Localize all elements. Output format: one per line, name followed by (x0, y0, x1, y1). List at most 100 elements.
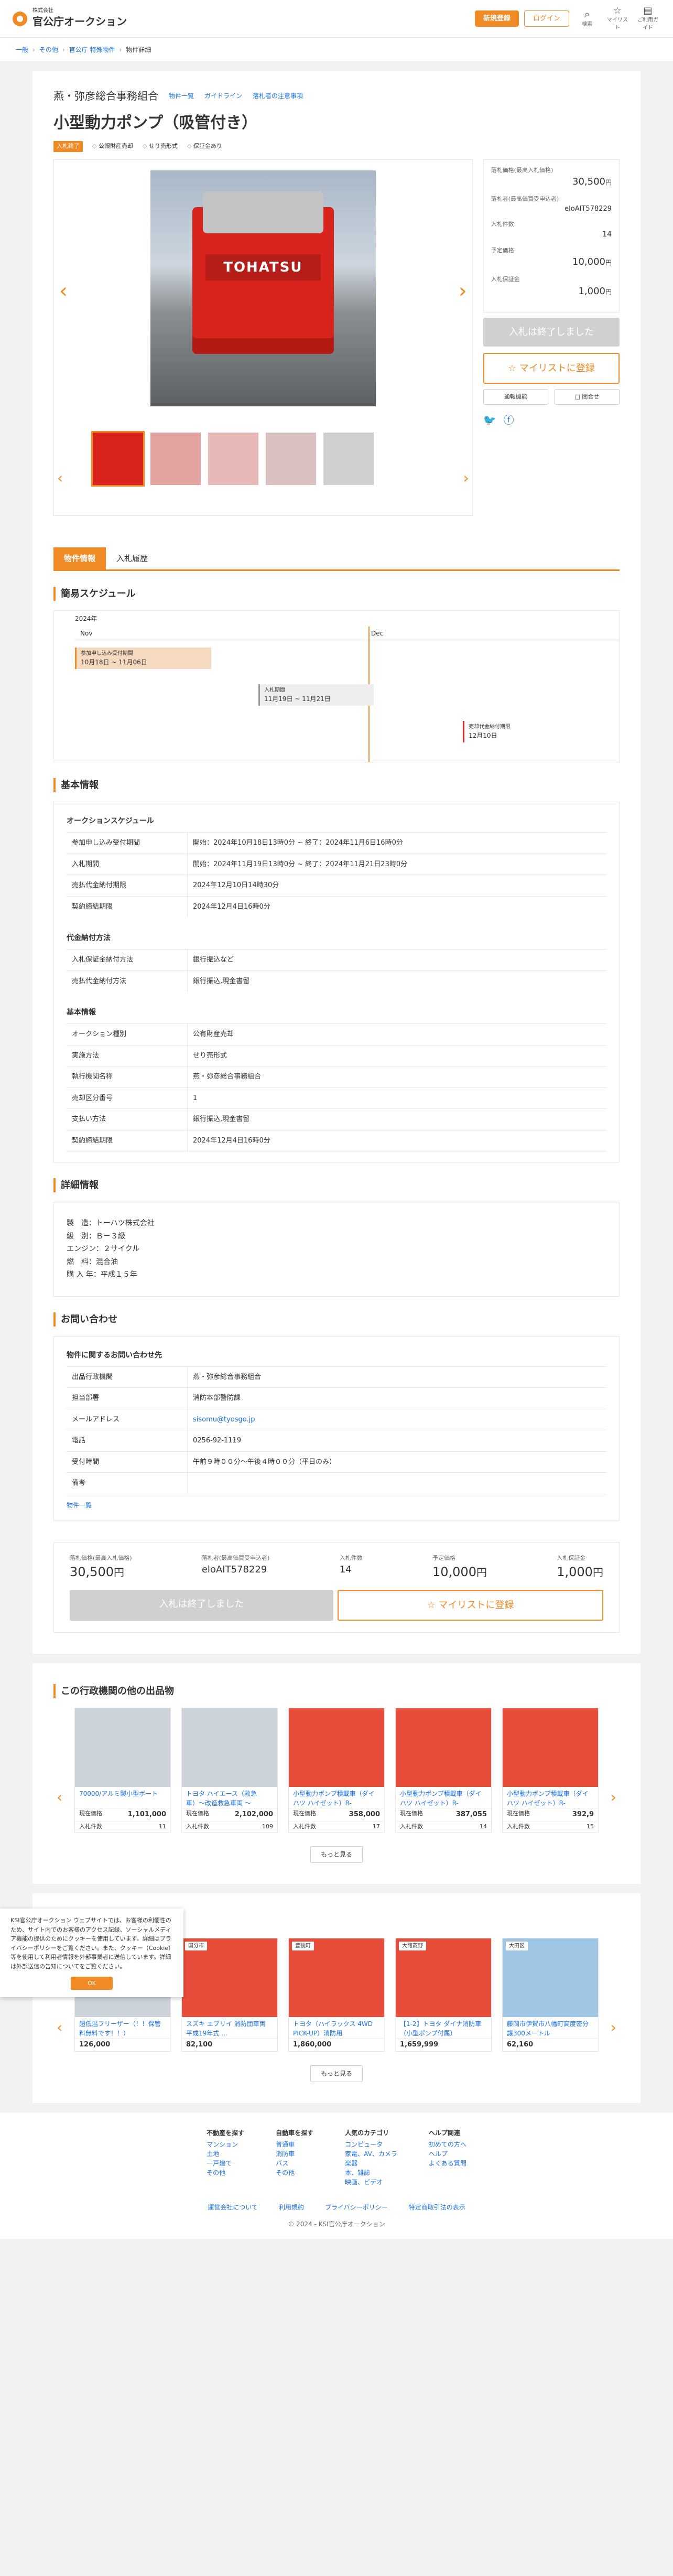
tab-bid-history[interactable]: 入札履歴 (106, 547, 158, 570)
yen-unit: 円 (113, 1566, 124, 1579)
bid-ended-button[interactable]: 入札は終了しました (483, 317, 620, 347)
footer-link[interactable]: 一戸建て (207, 2159, 244, 2168)
footer-link[interactable]: よくある質問 (429, 2159, 466, 2168)
card-price: 62,160 (507, 2041, 534, 2049)
thumbnail[interactable] (208, 432, 258, 485)
item-card[interactable]: 小型動力ポンプ積載車（ダイハツ ハイゼット）R- 現在価格 358,000 入札件数 1… (288, 1708, 385, 1833)
info-label: 参加申し込み受付期間 (72, 839, 140, 847)
footer-link[interactable]: 映画、ビデオ (345, 2178, 397, 2187)
item-card[interactable]: 豊後町 トヨタ（ハイラックス 4WD PICK-UP）消防用 1,860,000 (288, 1938, 385, 2052)
yen-unit: 円 (605, 259, 612, 266)
card-title[interactable]: トヨタ（ハイラックス 4WD PICK-UP）消防用 (289, 2017, 384, 2038)
card-title[interactable]: トヨタ ハイエース（救急車）〜改造救急車両 〜 (182, 1787, 277, 1808)
item-card[interactable]: トヨタ ハイエース（救急車）〜改造救急車両 〜現在価格 2,102,000 入札件数… (181, 1708, 278, 1833)
breadcrumb-item[interactable]: 一般 (16, 45, 28, 55)
info-value: 2024年12月10日14時30分 (187, 875, 606, 896)
card-title[interactable]: 【1-2】トヨタ ダイナ消防車（小型ポンプ付属） (396, 2017, 491, 2038)
card-title[interactable]: 超低温フリーザー（！！保管料無料です！！） (75, 2017, 170, 2038)
org-link-guideline[interactable]: ガイドライン (204, 91, 242, 101)
footer-link[interactable]: マンション (207, 2140, 244, 2149)
prev-image-icon[interactable]: ‹ (59, 275, 68, 307)
footer-link[interactable]: その他 (276, 2168, 313, 2178)
schedule-year: 2024年 (75, 615, 97, 622)
carousel-next-icon[interactable]: › (611, 2017, 616, 2039)
contact-label: 担当部署 (72, 1394, 100, 1402)
site-logo[interactable]: 株式会社 官公庁オークション (13, 8, 127, 29)
more-pickup-button[interactable]: もっと見る (310, 2065, 363, 2082)
facebook-icon[interactable]: ⓕ (504, 412, 514, 428)
thumb-next-icon[interactable]: › (463, 467, 469, 489)
carousel-next-icon[interactable]: › (611, 1786, 616, 1808)
card-price: 1,101,000 (127, 1810, 166, 1818)
main-image[interactable]: TOHATSU (150, 170, 376, 406)
winner-label: 落札者(最高価買受申込者) (491, 196, 559, 202)
item-card[interactable]: 大館菱野 【1-2】トヨタ ダイナ消防車（小型ポンプ付属） 1,659,999 (395, 1938, 492, 2052)
footer-bottom-link[interactable]: 特定商取引法の表示 (409, 2203, 465, 2212)
org-link-notes[interactable]: 落札者の注意事項 (253, 91, 303, 101)
footer-bottom-link[interactable]: プライバシーポリシー (325, 2203, 388, 2212)
tab-item-info[interactable]: 物件情報 (53, 547, 106, 569)
card-title[interactable]: スズキ エブリイ 消防団車両 平成19年式 ... (182, 2017, 277, 2038)
add-mylist-label: マイリストに登録 (438, 1600, 514, 1611)
footer-link[interactable]: コンピュータ (345, 2140, 397, 2149)
thumbnail-strip (91, 430, 472, 487)
login-button[interactable]: ログイン (524, 10, 569, 27)
report-button[interactable]: 通報機能 (483, 389, 548, 405)
item-card[interactable]: 70000/アルミ製小型ボート 現在価格 1,101,000 入札件数 11 (74, 1708, 171, 1833)
carousel-prev-icon[interactable]: ‹ (57, 2017, 62, 2039)
inquiry-button[interactable]: □ 問合せ (554, 389, 620, 405)
register-button[interactable]: 新規登録 (474, 10, 519, 27)
bid-ended-button[interactable]: 入札は終了しました (70, 1590, 333, 1621)
bids-count: 14 (339, 1564, 352, 1575)
carousel-prev-icon[interactable]: ‹ (57, 1786, 62, 1808)
breadcrumb-separator-icon: › (62, 46, 65, 53)
footer-link[interactable]: ヘルプ (429, 2149, 466, 2159)
schedule-entry-payment: 売却代金納付期限 12月10日 (463, 721, 568, 742)
item-card[interactable]: 小型動力ポンプ積載車（ダイハツ ハイゼット）R- 現在価格 392,9 入札件数 15 (502, 1708, 599, 1833)
add-mylist-button[interactable]: ☆ マイリストに登録 (483, 352, 620, 384)
search-link[interactable]: ⌕ 検索 (574, 9, 600, 28)
org-link-items[interactable]: 物件一覧 (169, 91, 194, 101)
more-other-button[interactable]: もっと見る (310, 1846, 363, 1863)
cookie-text: KSI官公庁オークション ウェブサイトでは、お客様の利便性のため、サイト内でのお… (10, 1917, 171, 1970)
footer-link[interactable]: 普通車 (276, 2140, 313, 2149)
footer-link[interactable]: 本、雑誌 (345, 2168, 397, 2178)
item-card[interactable]: 大田区 藤岡市伊賀市八幡町高度密分譲300メートル 62,160 (502, 1938, 599, 2052)
card-title[interactable]: 小型動力ポンプ積載車（ダイハツ ハイゼット）R- (503, 1787, 598, 1808)
item-card[interactable]: 国分市 スズキ エブリイ 消防団車両 平成19年式 ... 82,100 (181, 1938, 278, 2052)
card-title[interactable]: 70000/アルミ製小型ボート (75, 1787, 170, 1808)
mylist-link[interactable]: ☆ マイリスト (605, 5, 630, 33)
footer-link[interactable]: 初めての方へ (429, 2140, 466, 2149)
item-card[interactable]: 小型動力ポンプ積載車（ダイハツ ハイゼット）R- 現在価格 387,055 入札件数 1… (395, 1708, 492, 1833)
contact-value[interactable]: sisomu@tyosgo.jp (187, 1409, 606, 1430)
footer-link[interactable]: 楽器 (345, 2159, 397, 2168)
footer-link[interactable]: バス (276, 2159, 313, 2168)
thumb-prev-icon[interactable]: ‹ (57, 467, 63, 489)
footer-link[interactable]: その他 (207, 2168, 244, 2178)
yen-unit: 円 (605, 288, 612, 296)
twitter-icon[interactable]: 🐦 (483, 412, 496, 428)
breadcrumb-item[interactable]: 官公庁 特殊物件 (69, 45, 115, 55)
next-image-icon[interactable]: › (459, 275, 467, 307)
footer-link[interactable]: 家電、AV、カメラ (345, 2149, 397, 2159)
footer-bottom-link[interactable]: 運営会社について (208, 2203, 258, 2212)
add-mylist-button[interactable]: ☆ マイリストに登録 (338, 1590, 603, 1621)
cookie-ok-button[interactable]: OK (71, 1976, 113, 1990)
card-title[interactable]: 藤岡市伊賀市八幡町高度密分譲300メートル (503, 2017, 598, 2038)
breadcrumb: 一般 › その他 › 官公庁 特殊物件 › 物件詳細 (0, 38, 673, 62)
card-title[interactable]: 小型動力ポンプ積載車（ダイハツ ハイゼット）R- (289, 1787, 384, 1808)
footer-bottom-link[interactable]: 利用規約 (279, 2203, 304, 2212)
footer-link[interactable]: 消防車 (276, 2149, 313, 2159)
footer-link[interactable]: 土地 (207, 2149, 244, 2159)
guide-link[interactable]: ▤ ご利用ガイド (635, 5, 660, 33)
thumbnail[interactable] (266, 432, 316, 485)
org-name: 燕・弥彦総合事務組合 (53, 90, 158, 102)
basic-info: オークションスケジュール 参加申し込み受付期間 開始：2024年10月18日13時0… (53, 802, 620, 1162)
card-title[interactable]: 小型動力ポンプ積載車（ダイハツ ハイゼット）R- (396, 1787, 491, 1808)
breadcrumb-item[interactable]: その他 (39, 45, 58, 55)
thumbnail[interactable] (323, 432, 374, 485)
info-row: 支払い方法 銀行振込,現金書留 (67, 1108, 606, 1130)
thumbnail[interactable] (91, 430, 145, 487)
thumbnail[interactable] (150, 432, 201, 485)
back-to-list-link[interactable]: 物件一覧 (67, 1501, 606, 1510)
